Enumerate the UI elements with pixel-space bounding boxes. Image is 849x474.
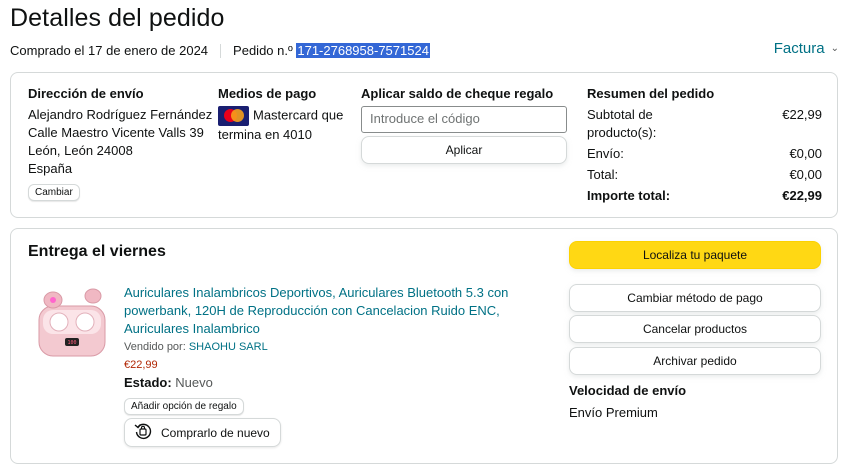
summary-row-total: Importe total: €22,99	[587, 187, 822, 205]
payment-line: termina en 4010	[218, 127, 312, 142]
archive-order-button[interactable]: Archivar pedido	[569, 347, 821, 375]
reorder-icon	[133, 421, 153, 444]
address-line: León, León 24008	[28, 143, 133, 158]
product-status: Estado: Nuevo	[124, 375, 213, 390]
track-package-button[interactable]: Localiza tu paquete	[569, 241, 821, 269]
apply-gift-button[interactable]: Aplicar	[361, 136, 567, 164]
gift-card-section: Aplicar saldo de cheque regalo Introduce…	[361, 86, 571, 164]
chevron-down-icon[interactable]: ⌄	[831, 43, 839, 54]
page-title: Detalles del pedido	[10, 4, 225, 32]
product-price: €22,99	[124, 359, 158, 371]
summary-label: Subtotal de producto(s):	[587, 107, 657, 140]
invoice-dropdown[interactable]: Factura ⌄	[774, 40, 839, 57]
order-number-label: Pedido n.º	[233, 43, 293, 58]
payment-method: Medios de pago Mastercard que termina en…	[218, 86, 353, 144]
shipping-speed-value: Envío Premium	[569, 405, 658, 420]
change-payment-button[interactable]: Cambiar método de pago	[569, 284, 821, 312]
seller-label: Vendido por:	[124, 341, 186, 353]
address-line: Calle Maestro Vicente Valls 39	[28, 125, 204, 140]
summary-value: €22,99	[782, 188, 822, 203]
summary-row: Subtotal de producto(s): €22,99	[587, 106, 822, 142]
shipping-address: Dirección de envío Alejandro Rodríguez F…	[28, 86, 213, 201]
mastercard-icon	[218, 106, 249, 126]
delivery-card: Entrega el viernes 100 Auriculares Inala…	[10, 228, 838, 464]
invoice-label[interactable]: Factura	[774, 40, 825, 57]
seller-link[interactable]: SHAOHU SARL	[189, 341, 268, 353]
order-info-card: Dirección de envío Alejandro Rodríguez F…	[10, 72, 838, 218]
summary-row: Total: €0,00	[587, 166, 822, 184]
status-value: Nuevo	[175, 375, 213, 390]
buy-again-button[interactable]: Comprarlo de nuevo	[124, 418, 281, 447]
address-line: España	[28, 161, 73, 176]
summary-label: Total:	[587, 167, 619, 182]
gift-card-title: Aplicar saldo de cheque regalo	[361, 86, 554, 101]
summary-row: Envío: €0,00	[587, 145, 822, 163]
change-address-button[interactable]: Cambiar	[28, 184, 80, 201]
cancel-items-button[interactable]: Cancelar productos	[569, 315, 821, 343]
summary-label: Importe total:	[587, 188, 671, 203]
add-gift-option-button[interactable]: Añadir opción de regalo	[124, 398, 244, 415]
order-summary: Resumen del pedido Subtotal de producto(…	[587, 86, 822, 205]
address-line: Alejandro Rodríguez Fernández	[28, 107, 213, 122]
order-number[interactable]: 171-2768958-7571524	[296, 43, 430, 58]
svg-text:100: 100	[67, 340, 76, 346]
product-title-link[interactable]: Auriculares Inalambricos Deportivos, Aur…	[124, 284, 524, 338]
summary-value: €0,00	[789, 167, 822, 182]
delivery-title: Entrega el viernes	[28, 243, 166, 260]
shipping-title: Dirección de envío	[28, 86, 144, 101]
shipping-speed-title: Velocidad de envío	[569, 383, 687, 398]
summary-value: €22,99	[782, 107, 822, 122]
summary-title: Resumen del pedido	[587, 86, 715, 101]
order-meta: Comprado el 17 de enero de 2024 Pedido n…	[10, 43, 430, 58]
product-image[interactable]: 100	[31, 284, 116, 369]
payment-line: Mastercard que	[253, 107, 344, 123]
seller-info: Vendido por: SHAOHU SARL	[124, 341, 268, 353]
summary-value: €0,00	[789, 146, 822, 161]
buy-again-label[interactable]: Comprarlo de nuevo	[161, 426, 270, 440]
order-date: Comprado el 17 de enero de 2024	[10, 43, 209, 58]
status-label: Estado:	[124, 375, 172, 390]
summary-label: Envío:	[587, 146, 624, 161]
divider	[220, 43, 222, 58]
gift-code-input[interactable]: Introduce el código	[361, 106, 567, 133]
payment-title: Medios de pago	[218, 86, 317, 101]
